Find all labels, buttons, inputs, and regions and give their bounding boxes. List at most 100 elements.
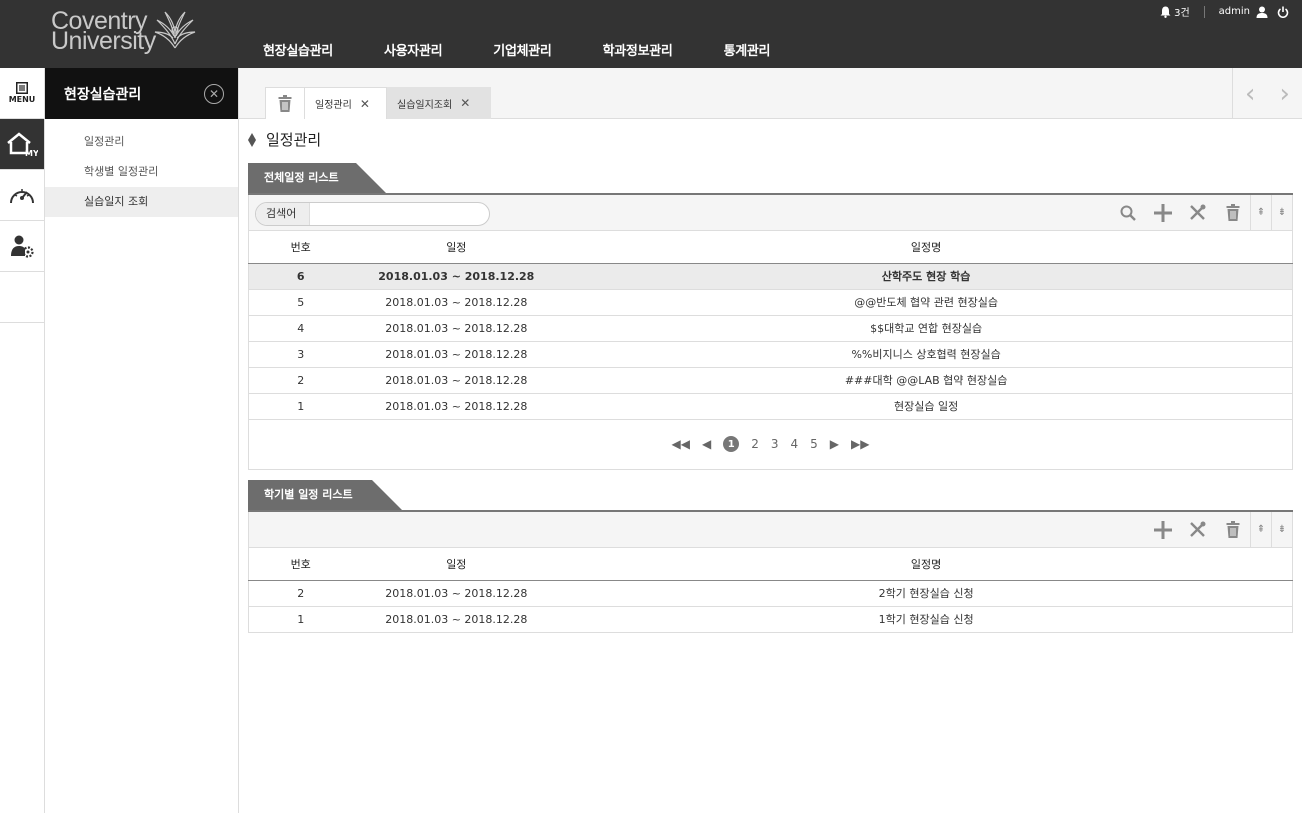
table-row[interactable]: 1 2018.01.03 ~ 2018.12.28 1학기 현장실습 신청	[248, 606, 1293, 633]
add-button[interactable]	[1145, 195, 1180, 230]
col-number[interactable]: 번호	[248, 231, 353, 264]
prev-page-icon[interactable]: ◀	[702, 437, 711, 451]
semester-schedule-table: 번호 일정 일정명 2 2018.01.03 ~ 2018.12.28 2학기 …	[248, 548, 1293, 633]
power-icon[interactable]	[1277, 6, 1289, 18]
table-row[interactable]: 2 2018.01.03 ~ 2018.12.28 2학기 현장실습 신청	[248, 580, 1293, 607]
section-tab: 학기별 일정 리스트	[248, 480, 1293, 510]
close-all-tabs-button[interactable]	[265, 87, 305, 119]
all-schedule-section: 전체일정 리스트 검색어 ⇞ ⇟ 번호 일정 일정명 6 2018.01.03 …	[248, 163, 1293, 470]
table-row[interactable]: 1 2018.01.03 ~ 2018.12.28 현장실습 일정	[248, 393, 1293, 420]
user-icon[interactable]	[1256, 6, 1268, 18]
plus-icon	[1153, 520, 1172, 539]
tab-schedule[interactable]: 일정관리 ✕	[305, 87, 387, 119]
rail-home-my[interactable]: MY	[0, 119, 44, 170]
sort-up-button[interactable]: ⇞	[1250, 512, 1271, 547]
edit-button[interactable]	[1180, 195, 1215, 230]
sort-down-button[interactable]: ⇟	[1271, 195, 1292, 230]
logo-line2: University	[51, 27, 156, 55]
sort-down-icon: ⇟	[1277, 524, 1287, 535]
gnb-statistics[interactable]: 통계관리	[724, 40, 771, 59]
global-nav: 현장실습관리 사용자관리 기업체관리 학과정보관리 통계관리	[263, 40, 821, 59]
close-panel-icon[interactable]: ✕	[204, 83, 224, 104]
table-row[interactable]: 2 2018.01.03 ~ 2018.12.28 ###대학 @@LAB 협약…	[248, 367, 1293, 394]
cell-period: 2018.01.03 ~ 2018.12.28	[352, 341, 561, 368]
rail-dashboard[interactable]	[0, 170, 44, 221]
next-page-icon[interactable]: ▶	[830, 437, 839, 451]
list-tools: ⇞ ⇟	[1145, 512, 1292, 547]
section-tab-corner	[372, 480, 402, 510]
cell-number: 1	[248, 606, 353, 633]
page-5-button[interactable]: 5	[810, 437, 818, 451]
page-2-button[interactable]: 2	[751, 437, 759, 451]
chevron-right-icon[interactable]: ›	[1280, 79, 1290, 109]
cell-name: 산학주도 현장 학습	[560, 263, 1293, 290]
search-button[interactable]	[1110, 195, 1145, 230]
edit-button[interactable]	[1180, 512, 1215, 547]
menu-toggle-button[interactable]: MENU	[0, 68, 44, 119]
col-name[interactable]: 일정명	[560, 548, 1293, 581]
cell-number: 5	[248, 289, 353, 316]
notice-count[interactable]: 3건	[1174, 4, 1190, 19]
delete-button[interactable]	[1215, 512, 1250, 547]
user-name[interactable]: admin	[1219, 6, 1250, 17]
sort-up-button[interactable]: ⇞	[1250, 195, 1271, 230]
first-page-icon[interactable]: ◀◀	[672, 437, 690, 451]
sub-item-journal[interactable]: 실습일지 조회	[45, 187, 238, 217]
tab-journal[interactable]: 실습일지조회 ✕	[387, 87, 491, 119]
utility-bar: 3건 admin	[1157, 4, 1292, 19]
cell-name: @@반도체 협약 관련 현장실습	[560, 289, 1293, 316]
sort-down-button[interactable]: ⇟	[1271, 512, 1292, 547]
trash-icon	[1226, 521, 1239, 538]
svg-text:MY: MY	[25, 149, 38, 157]
col-name[interactable]: 일정명	[560, 231, 1293, 264]
tab-scroll-controls: ‹ ›	[1232, 68, 1302, 119]
cell-period: 2018.01.03 ~ 2018.12.28	[352, 367, 561, 394]
col-period[interactable]: 일정	[352, 231, 561, 264]
add-button[interactable]	[1145, 512, 1180, 547]
search-input[interactable]	[312, 205, 482, 223]
cell-period: 2018.01.03 ~ 2018.12.28	[352, 315, 561, 342]
delete-button[interactable]	[1215, 195, 1250, 230]
search-icon	[1120, 205, 1136, 221]
cell-number: 2	[248, 367, 353, 394]
page-title-text: 일정관리	[266, 131, 322, 149]
page-4-button[interactable]: 4	[791, 437, 799, 451]
list-toolbar: ⇞ ⇟	[248, 512, 1293, 548]
gnb-department-info[interactable]: 학과정보관리	[603, 40, 673, 59]
sub-menu-title: 현장실습관리	[64, 86, 142, 103]
section-title: 전체일정 리스트	[248, 163, 356, 193]
table-row[interactable]: 4 2018.01.03 ~ 2018.12.28 $$대학교 연합 현장실습	[248, 315, 1293, 342]
util-divider	[1203, 5, 1205, 18]
university-logo[interactable]: Coventry University	[45, 0, 199, 60]
home-my-icon: MY	[7, 132, 38, 157]
gnb-user-management[interactable]: 사용자관리	[384, 40, 443, 59]
user-settings-icon	[11, 235, 34, 258]
table-row[interactable]: 3 2018.01.03 ~ 2018.12.28 %%비지니스 상호협력 현장…	[248, 341, 1293, 368]
cell-number: 3	[248, 341, 353, 368]
cell-period: 2018.01.03 ~ 2018.12.28	[352, 393, 561, 420]
speedometer-icon	[10, 189, 34, 204]
col-number[interactable]: 번호	[248, 548, 353, 581]
bell-icon[interactable]	[1160, 6, 1171, 18]
gnb-company-management[interactable]: 기업체관리	[493, 40, 552, 59]
table-row[interactable]: 5 2018.01.03 ~ 2018.12.28 @@반도체 협약 관련 현장…	[248, 289, 1293, 316]
cell-period: 2018.01.03 ~ 2018.12.28	[352, 263, 561, 290]
chevron-left-icon[interactable]: ‹	[1245, 79, 1255, 109]
page-1-button[interactable]: 1	[723, 436, 740, 452]
cell-number: 2	[248, 580, 353, 607]
menu-icon	[16, 82, 28, 94]
last-page-icon[interactable]: ▶▶	[851, 437, 869, 451]
table-row[interactable]: 6 2018.01.03 ~ 2018.12.28 산학주도 현장 학습	[248, 263, 1293, 290]
page-3-button[interactable]: 3	[771, 437, 779, 451]
col-period[interactable]: 일정	[352, 548, 561, 581]
sub-item-student-schedule[interactable]: 학생별 일정관리	[45, 157, 238, 187]
close-tab-icon[interactable]: ✕	[360, 97, 370, 111]
gnb-field-training[interactable]: 현장실습관리	[263, 40, 333, 59]
search-label: 검색어	[256, 203, 310, 225]
cell-number: 6	[248, 263, 353, 290]
tab-bar: 일정관리 ✕ 실습일지조회 ✕ ‹ ›	[239, 68, 1302, 119]
trash-icon	[278, 95, 292, 112]
rail-user-settings[interactable]	[0, 221, 44, 272]
sub-item-schedule[interactable]: 일정관리	[45, 127, 238, 157]
close-tab-icon[interactable]: ✕	[460, 96, 470, 110]
